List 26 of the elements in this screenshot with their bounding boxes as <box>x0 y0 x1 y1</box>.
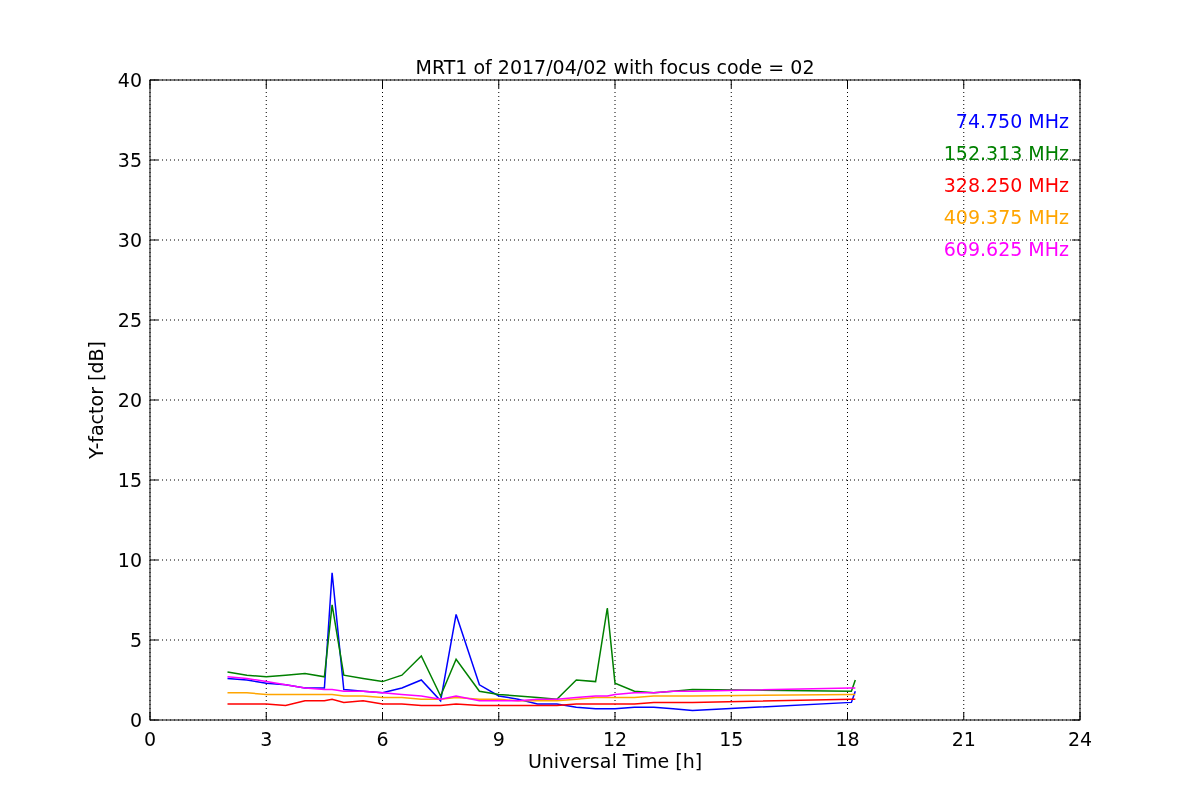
tick-label: 6 <box>376 728 389 750</box>
tick-label: 30 <box>117 229 142 251</box>
tick-label: 9 <box>492 728 505 750</box>
tick-label: 25 <box>117 309 142 331</box>
x-axis-label: Universal Time [h] <box>527 750 703 772</box>
tick-label: 20 <box>117 389 142 411</box>
tick-label: 5 <box>129 629 142 651</box>
y-axis-label: Y-factor [dB] <box>85 341 107 459</box>
tick-label: 3 <box>260 728 273 750</box>
tick-label: 24 <box>1067 728 1093 750</box>
legend-label: 409.375 MHz <box>943 206 1069 228</box>
legend-label: 152.313 MHz <box>943 142 1069 164</box>
tick-label: 0 <box>143 728 157 750</box>
chart-title: MRT1 of 2017/04/02 with focus code = 02 <box>415 56 815 78</box>
tick-label: 40 <box>117 69 142 91</box>
tick-label: 21 <box>951 728 976 750</box>
tick-label: 10 <box>117 549 142 571</box>
legend-label: 328.250 MHz <box>943 174 1069 196</box>
tick-label: 18 <box>835 728 860 750</box>
tick-label: 15 <box>117 469 142 491</box>
legend-label: 609.625 MHz <box>943 238 1069 260</box>
tick-label: 0 <box>129 709 142 731</box>
tick-label: 35 <box>117 149 142 171</box>
tick-label: 15 <box>719 728 744 750</box>
legend-label: 74.750 MHz <box>955 110 1069 132</box>
tick-label: 12 <box>602 728 628 750</box>
